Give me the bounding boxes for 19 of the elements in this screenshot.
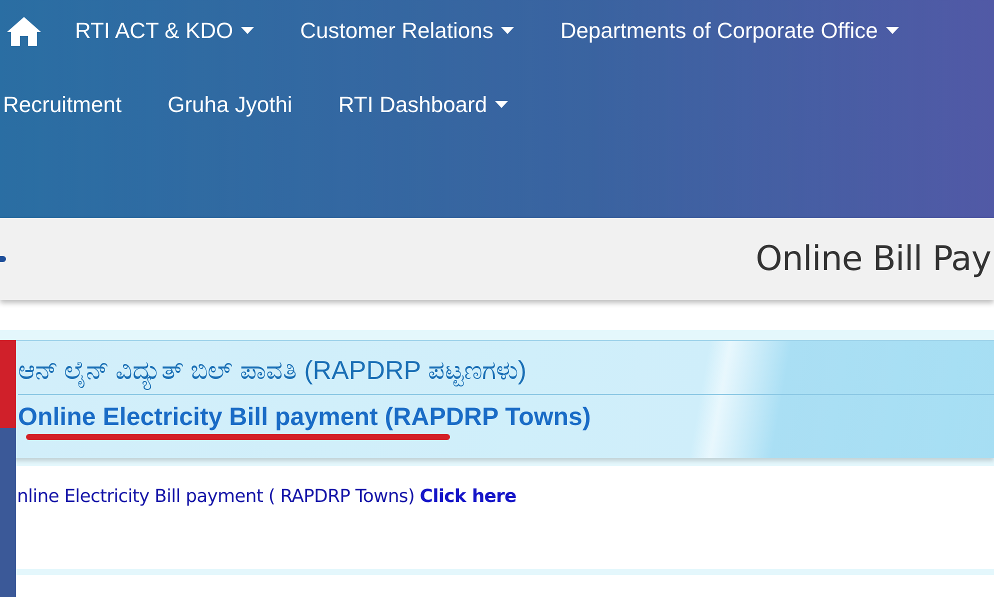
caret-icon — [241, 27, 254, 35]
payment-text: nline Electricity Bill payment ( RAPDRP Towns) Click here — [17, 486, 518, 507]
click-here-link[interactable]: Click here — [420, 486, 516, 507]
page-title: Online Bill Pay — [756, 239, 991, 279]
social-tab[interactable] — [0, 340, 16, 428]
nav-menu-item[interactable]: Recruitment — [0, 92, 145, 118]
banner-title-english: Online Electricity Bill payment (RAPDRP Towns) — [18, 402, 591, 432]
nav-menu-item[interactable]: RTI Dashboard — [315, 92, 532, 118]
bullet-icon — [0, 256, 6, 262]
social-tab[interactable] — [0, 428, 16, 597]
caret-icon — [495, 101, 508, 109]
nav-menu-item[interactable]: RTI ACT & KDO — [72, 18, 278, 44]
banner-title-kannada: ಆನ್ ಲೈನ್ ವಿದ್ಯುತ್ ಬಿಲ್ ಪಾವತಿ (RAPDRP ಪಟ್ಟಣಗಳು) — [18, 355, 994, 395]
caret-icon — [886, 27, 899, 35]
nav-menu-item[interactable]: Customer Relations — [277, 18, 538, 44]
caret-icon — [501, 27, 514, 35]
nav-menu-item[interactable]: Gruha Jyothi — [144, 92, 316, 118]
nav-menu-item[interactable]: Departments of Corporate Office — [537, 18, 922, 44]
home-icon[interactable] — [6, 15, 42, 47]
